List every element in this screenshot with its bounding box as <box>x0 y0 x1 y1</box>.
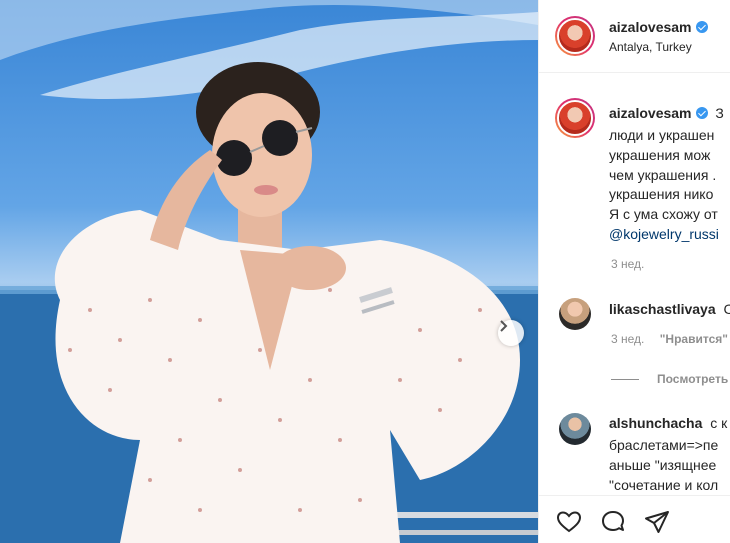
comment-text: с к <box>710 415 728 431</box>
paper-plane-icon[interactable] <box>643 508 671 536</box>
caption-line: люди и украшен <box>609 127 715 143</box>
comment-line: браслетами=>пе <box>609 437 719 453</box>
post-actions-bar <box>539 495 730 543</box>
caption-username[interactable]: aizalovesam <box>609 105 692 121</box>
caption-author-avatar[interactable] <box>555 98 595 138</box>
comment-first-line: alshunchacha с к <box>609 414 727 432</box>
heart-icon[interactable] <box>555 508 583 536</box>
post-location[interactable]: Antalya, Turkey <box>609 40 692 54</box>
verified-badge-icon <box>695 107 708 119</box>
comment-first-line: likaschastlivaya С <box>609 300 730 318</box>
comment-time[interactable]: 3 нед. <box>611 332 644 346</box>
caption-line: украшения нико <box>609 186 714 202</box>
view-replies-button[interactable]: Посмотреть <box>657 372 728 386</box>
author-row: aizalovesam <box>609 19 708 37</box>
post-side-panel: aizalovesam Antalya, Turkey aizalovesam … <box>538 0 730 543</box>
comment-username[interactable]: alshunchacha <box>609 415 702 431</box>
comment-meta-row: 3 нед. "Нравится" <box>611 332 728 346</box>
caption-line: украшения мож <box>609 147 711 163</box>
caption-mention-link[interactable]: @kojewelry_russi <box>609 225 719 243</box>
comment-bubble-icon[interactable] <box>599 508 627 536</box>
view-replies-divider <box>611 379 639 380</box>
author-username[interactable]: aizalovesam <box>609 19 692 35</box>
comment-username[interactable]: likaschastlivaya <box>609 301 716 317</box>
caption-first-line: aizalovesam З <box>609 104 724 122</box>
author-avatar[interactable] <box>555 16 595 56</box>
post-photo[interactable] <box>0 0 538 543</box>
caption-time[interactable]: 3 нед. <box>611 257 644 271</box>
comment-text: С <box>724 301 730 317</box>
chevron-right-icon <box>500 320 508 332</box>
photo-illustration <box>0 0 538 543</box>
comment-line: "сочетание и кол <box>609 477 719 493</box>
verified-badge-icon <box>695 21 708 33</box>
comment-line: аньше "изящнее <box>609 457 717 473</box>
post-header: aizalovesam Antalya, Turkey <box>539 0 730 73</box>
commenter-avatar[interactable] <box>559 413 591 445</box>
carousel-next-button[interactable] <box>498 320 524 346</box>
comment-like-count[interactable]: "Нравится" <box>660 332 728 346</box>
caption-line: чем украшения . <box>609 167 717 183</box>
caption-fragment: З <box>715 105 724 121</box>
caption-line: Я с ума схожу от <box>609 206 718 222</box>
commenter-avatar[interactable] <box>559 298 591 330</box>
